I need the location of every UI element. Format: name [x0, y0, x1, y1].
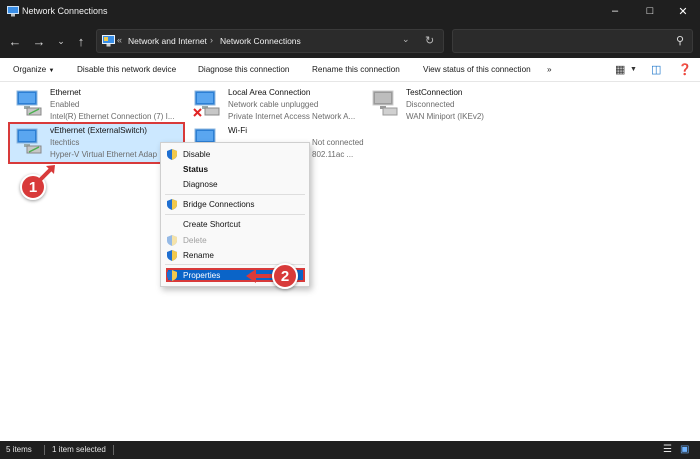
menu-separator	[165, 214, 305, 215]
refresh-icon[interactable]: ↻	[425, 34, 434, 47]
menu-item-diagnose[interactable]: Diagnose	[183, 180, 218, 189]
close-icon: ✕	[678, 5, 688, 18]
disable-device-button[interactable]: Disable this network device	[77, 65, 176, 74]
connection-local-area[interactable]: Local Area Connection Network cable unpl…	[188, 86, 360, 124]
menu-item-disable[interactable]: Disable	[183, 150, 210, 159]
navigation-bar: ← → ⌄ ↑ « Network and Internet › Network…	[0, 24, 700, 58]
search-box[interactable]: ⚲	[452, 29, 693, 53]
status-divider	[113, 445, 114, 455]
up-arrow-icon: ↑	[77, 33, 85, 49]
back-arrow-icon: ←	[8, 33, 22, 49]
view-dropdown-icon[interactable]: ▼	[630, 66, 637, 73]
network-connections-app-icon	[7, 6, 19, 17]
large-icons-view-icon[interactable]: ▣	[680, 444, 689, 455]
uac-shield-icon	[167, 250, 177, 261]
menu-item-properties[interactable]: Properties	[183, 271, 220, 280]
connection-name: vEthernet (ExternalSwitch)	[50, 126, 147, 135]
menu-item-bridge-connections[interactable]: Bridge Connections	[183, 200, 254, 209]
connection-status: Network cable unplugged	[228, 100, 319, 109]
chevron-down-icon: ⌄	[57, 35, 65, 46]
window-title: Network Connections	[22, 6, 108, 16]
connection-name: TestConnection	[406, 88, 463, 97]
search-icon[interactable]: ⚲	[676, 34, 684, 47]
connection-name: Ethernet	[50, 88, 81, 97]
address-bar[interactable]: « Network and Internet › Network Connect…	[96, 29, 444, 53]
address-dropdown-icon[interactable]: ⌄	[402, 34, 410, 45]
diagnose-connection-button[interactable]: Diagnose this connection	[198, 65, 290, 74]
connection-name: Wi-Fi	[228, 126, 248, 135]
network-adapter-unplugged-icon	[193, 90, 220, 117]
breadcrumb-overflow[interactable]: «	[117, 35, 122, 45]
maximize-button[interactable]: □	[633, 0, 667, 22]
uac-shield-icon	[167, 235, 177, 246]
items-count: 5 items	[6, 445, 32, 454]
network-adapter-icon	[16, 128, 42, 154]
minimize-icon: –	[611, 5, 619, 17]
close-button[interactable]: ✕	[666, 0, 700, 22]
connection-status: Disconnected	[406, 100, 455, 109]
command-toolbar: Organize ▼ Disable this network device D…	[0, 58, 700, 82]
maximize-icon: □	[646, 5, 654, 17]
back-button[interactable]: ←	[6, 32, 24, 50]
minimize-button[interactable]: –	[598, 0, 632, 22]
network-connections-window: Network Connections – □ ✕ ← → ⌄ ↑ « Netw…	[0, 0, 700, 459]
menu-separator	[165, 194, 305, 195]
connection-vethernet-externalswitch[interactable]: vEthernet (ExternalSwitch) Itechtics Hyp…	[8, 122, 185, 164]
menu-item-create-shortcut[interactable]: Create Shortcut	[183, 220, 240, 229]
step-2-badge: 2	[272, 263, 298, 289]
recent-locations-button[interactable]: ⌄	[52, 32, 70, 50]
connection-testconnection[interactable]: TestConnection Disconnected WAN Miniport…	[366, 86, 538, 124]
network-location-icon	[102, 35, 115, 47]
help-icon[interactable]: ❓	[678, 63, 692, 76]
title-bar: Network Connections – □ ✕	[0, 0, 700, 24]
connection-name: Local Area Connection	[228, 88, 311, 97]
menu-item-delete: Delete	[183, 236, 207, 245]
menu-item-rename[interactable]: Rename	[183, 251, 214, 260]
connection-adapter: Intel(R) Ethernet Connection (7) I...	[50, 112, 175, 121]
organize-menu[interactable]: Organize ▼	[13, 65, 54, 74]
forward-arrow-icon: →	[32, 33, 46, 49]
view-status-button[interactable]: View status of this connection	[423, 65, 531, 74]
up-button[interactable]: ↑	[72, 32, 90, 50]
status-divider	[44, 445, 45, 455]
connection-ethernet[interactable]: Ethernet Enabled Intel(R) Ethernet Conne…	[10, 86, 182, 124]
selection-count: 1 item selected	[52, 445, 106, 454]
caret-down-icon: ▼	[48, 68, 55, 74]
connection-adapter: Private Internet Access Network A...	[228, 112, 356, 121]
uac-shield-icon	[167, 149, 177, 160]
connection-status: Not connected	[312, 138, 364, 147]
details-view-icon[interactable]: ☰	[663, 444, 672, 455]
breadcrumb-separator-icon: ›	[210, 35, 213, 45]
wan-miniport-icon	[372, 90, 398, 116]
preview-pane-icon[interactable]: ◫	[651, 63, 661, 76]
connections-list: Ethernet Enabled Intel(R) Ethernet Conne…	[0, 82, 700, 441]
step-1-arrow-icon	[38, 165, 55, 182]
menu-item-status[interactable]: Status	[183, 165, 208, 174]
more-commands-button[interactable]: »	[547, 65, 552, 74]
breadcrumb-network-connections[interactable]: Network Connections	[220, 36, 301, 46]
uac-shield-icon	[167, 270, 177, 281]
connection-status: Itechtics	[50, 138, 80, 147]
connection-adapter: WAN Miniport (IKEv2)	[406, 112, 484, 121]
connection-status: Enabled	[50, 100, 80, 109]
network-adapter-icon	[16, 90, 42, 116]
forward-button[interactable]: →	[30, 32, 48, 50]
uac-shield-icon	[167, 199, 177, 210]
connection-adapter: 802.11ac ...	[312, 150, 354, 159]
breadcrumb-network-and-internet[interactable]: Network and Internet	[128, 36, 207, 46]
change-view-icon[interactable]: ▦	[615, 63, 625, 76]
rename-connection-button[interactable]: Rename this connection	[312, 65, 400, 74]
status-bar: 5 items 1 item selected ☰ ▣	[0, 441, 700, 459]
organize-label: Organize	[13, 65, 47, 74]
